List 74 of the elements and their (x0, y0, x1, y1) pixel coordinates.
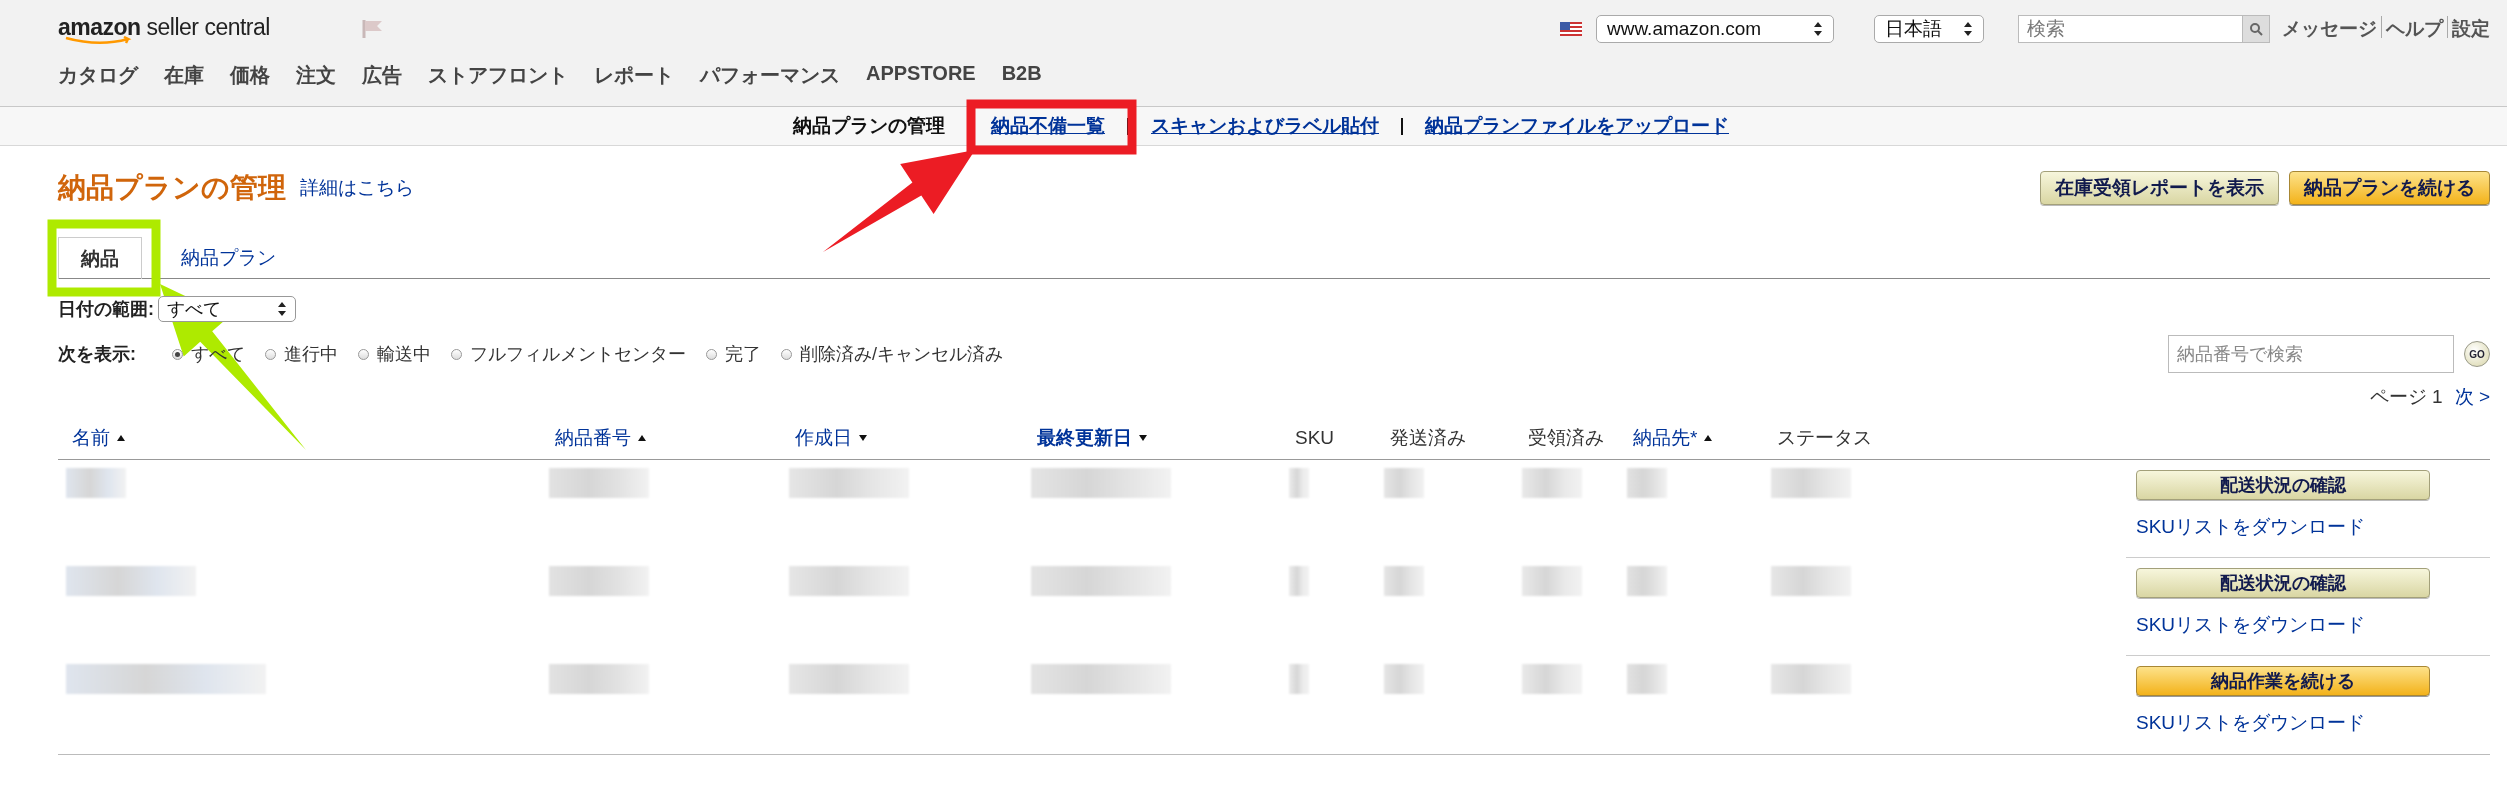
column-header[interactable]: 最終更新日 (1023, 425, 1281, 451)
header-link[interactable]: ヘルプ (2386, 16, 2443, 42)
blurred-text (1522, 566, 1582, 596)
updown-arrow-icon (277, 301, 287, 317)
nav-item[interactable]: パフォーマンス (700, 62, 840, 89)
row-action-button[interactable]: 配送状況の確認 (2136, 470, 2430, 500)
column-header: ステータス (1776, 426, 1873, 450)
next-page-link[interactable]: 次 > (2454, 384, 2490, 410)
status-radio[interactable]: 進行中 (265, 342, 338, 366)
download-link[interactable]: SKUリストをダウンロード (2136, 710, 2366, 736)
subnav-link[interactable]: 納品プランの管理 (793, 113, 945, 139)
language-select[interactable]: 日本語 (1874, 15, 1984, 43)
help-link[interactable]: 詳細はこちら (300, 175, 414, 201)
nav-item[interactable]: 注文 (296, 62, 336, 89)
shipment-search-field[interactable]: 納品番号で検索 (2168, 335, 2454, 373)
field-label: 次を表示: (58, 343, 136, 366)
subnav-link[interactable]: 納品不備一覧 (991, 113, 1105, 139)
status-radio[interactable]: フルフィルメントセンター (451, 342, 686, 366)
blurred-text (1522, 664, 1582, 694)
blurred-text (1627, 468, 1667, 498)
subnav-link[interactable]: スキャンおよびラベル貼付 (1151, 113, 1379, 139)
nav-item[interactable]: 在庫 (164, 62, 204, 89)
download-link[interactable]: SKUリストをダウンロード (2136, 612, 2366, 638)
tab[interactable]: 納品プラン (158, 237, 299, 278)
blurred-text (1627, 664, 1667, 694)
header-link[interactable]: メッセージ (2282, 16, 2377, 42)
nav-item[interactable]: B2B (1001, 62, 1042, 89)
tab[interactable]: 納品 (58, 237, 142, 279)
nav-item[interactable]: APPSTORE (866, 62, 976, 89)
nav-item[interactable]: ストアフロント (428, 62, 568, 89)
header-link[interactable]: 設定 (2452, 16, 2490, 42)
status-radio[interactable]: 完了 (706, 342, 761, 366)
status-radio[interactable]: 削除済み/キャンセル済み (781, 342, 1003, 366)
updown-arrow-icon (1963, 21, 1973, 37)
nav-item[interactable]: カタログ (58, 62, 138, 89)
nav-item[interactable]: 価格 (230, 62, 270, 89)
nav-item[interactable]: レポート (594, 62, 674, 89)
column-header: SKU (1294, 427, 1336, 449)
row-action-button[interactable]: 配送状況の確認 (2136, 568, 2430, 598)
blurred-text (1289, 566, 1309, 596)
date-range-select[interactable]: すべて (158, 296, 296, 322)
column-header[interactable]: 名前 (58, 425, 541, 451)
row-action-button[interactable]: 納品作業を続ける (2136, 666, 2430, 696)
page-indicator: ページ 1 (2369, 385, 2443, 409)
search-icon (2249, 22, 2263, 36)
column-header[interactable]: 納品番号 (541, 425, 781, 451)
us-flag-icon (1560, 22, 1582, 36)
column-header: 発送済み (1389, 426, 1467, 450)
field-label: 日付の範囲: (58, 298, 154, 321)
column-header: 受領済み (1527, 426, 1605, 450)
action-button[interactable]: 在庫受領レポートを表示 (2040, 171, 2279, 205)
blurred-text (1289, 468, 1309, 498)
blurred-text (66, 468, 126, 498)
blurred-text (1384, 468, 1424, 498)
go-button[interactable]: GO (2464, 341, 2490, 367)
download-link[interactable]: SKUリストをダウンロード (2136, 514, 2366, 540)
status-radio[interactable]: すべて (172, 342, 245, 366)
action-button[interactable]: 納品プランを続ける (2289, 171, 2490, 205)
logo[interactable]: amazon seller central (58, 13, 270, 45)
marketplace-select[interactable]: www.amazon.com (1596, 15, 1834, 43)
page-title: 納品プランの管理 (58, 171, 286, 205)
blurred-text (1522, 468, 1582, 498)
nav-item[interactable]: 広告 (362, 62, 402, 89)
subnav-link[interactable]: 納品プランファイルをアップロード (1425, 113, 1729, 139)
blurred-text (1289, 664, 1309, 694)
updown-arrow-icon (1813, 21, 1823, 37)
blurred-text (1627, 566, 1667, 596)
blurred-text (1384, 566, 1424, 596)
column-header[interactable]: 作成日 (781, 425, 1023, 451)
blurred-text (1384, 664, 1424, 694)
column-header[interactable]: 納品先* (1619, 425, 1763, 451)
search-field[interactable]: 検索 (2018, 15, 2242, 43)
search-button[interactable] (2242, 15, 2270, 43)
status-radio[interactable]: 輸送中 (358, 342, 431, 366)
